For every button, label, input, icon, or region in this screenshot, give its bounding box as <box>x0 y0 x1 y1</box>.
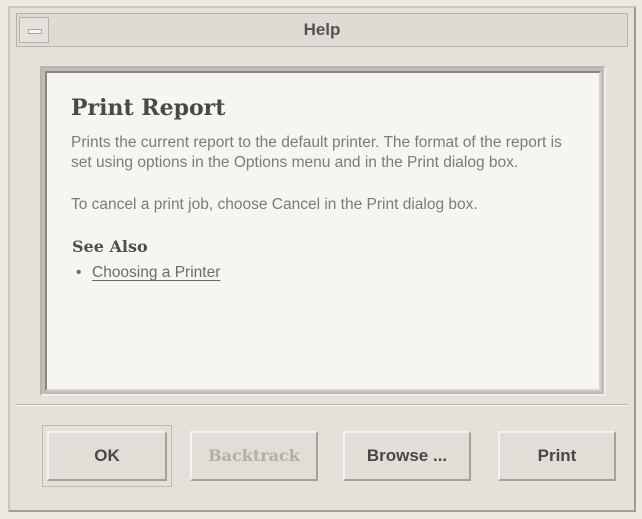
browse-button[interactable]: Browse ... <box>343 431 471 481</box>
choosing-a-printer-link[interactable]: Choosing a Printer <box>92 264 220 281</box>
print-button[interactable]: Print <box>498 431 616 481</box>
backtrack-button[interactable]: Backtrack <box>190 431 318 481</box>
title-bar[interactable]: Help <box>16 13 628 47</box>
see-also-item: • Choosing a Printer <box>76 264 575 282</box>
button-separator <box>16 404 628 406</box>
help-content[interactable]: Print Report Prints the current report t… <box>45 71 601 391</box>
window-title: Help <box>303 20 341 39</box>
help-window: Help Print Report Prints the current rep… <box>8 6 636 512</box>
ok-button[interactable]: OK <box>47 431 167 481</box>
help-paragraph-2: To cancel a print job, choose Cancel in … <box>71 196 478 213</box>
help-heading: Print Report <box>71 95 226 121</box>
bullet-icon: • <box>76 264 82 281</box>
see-also-heading: See Also <box>72 237 148 256</box>
help-content-frame: Print Report Prints the current report t… <box>40 66 606 396</box>
help-paragraph-1: Prints the current report to the default… <box>71 134 562 171</box>
